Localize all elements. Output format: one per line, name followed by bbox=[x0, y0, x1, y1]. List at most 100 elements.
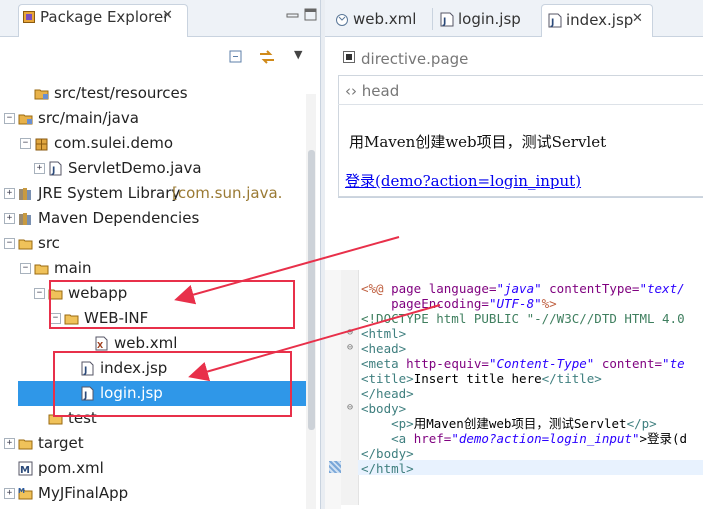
tree-item[interactable]: + Maven Dependencies bbox=[4, 206, 308, 231]
xml-file-icon bbox=[336, 14, 348, 26]
tree-item[interactable]: + target bbox=[4, 431, 308, 456]
package-explorer-title: Package Explorer bbox=[40, 8, 170, 26]
source-line-3[interactable]: <!DOCTYPE html PUBLIC "-//W3C//DTD HTML … bbox=[361, 311, 685, 326]
tree-item-label: pom.xml bbox=[38, 459, 104, 477]
source-folder-icon bbox=[18, 111, 33, 126]
tree-item-label: ServletDemo.java bbox=[68, 159, 202, 177]
jsp-file-icon: J bbox=[440, 12, 454, 27]
tree-item-label: web.xml bbox=[114, 334, 178, 352]
folder-icon bbox=[18, 236, 33, 251]
package-icon bbox=[34, 136, 49, 151]
collapse-all-icon[interactable] bbox=[228, 49, 244, 65]
link-with-editor-icon[interactable] bbox=[258, 49, 276, 65]
source-line-4[interactable]: <html> bbox=[361, 326, 406, 341]
package-explorer-icon bbox=[23, 11, 35, 23]
source-ruler bbox=[341, 270, 359, 505]
collapse-icon[interactable]: − bbox=[4, 238, 15, 249]
fold-icon[interactable]: ⊖ bbox=[347, 402, 353, 413]
close-icon[interactable]: ✕ bbox=[162, 8, 173, 23]
tree-item[interactable]: src/test/resources bbox=[18, 81, 308, 106]
close-icon[interactable]: ✕ bbox=[632, 11, 643, 26]
source-line-9[interactable]: <body> bbox=[361, 401, 406, 416]
expand-icon[interactable]: + bbox=[4, 438, 15, 449]
jsp-file-icon: J bbox=[548, 13, 562, 28]
tree-item-label: src/main/java bbox=[38, 109, 139, 127]
cursor-marker-icon bbox=[329, 461, 341, 473]
preview-paragraph: 用Maven创建web项目，测试Servlet bbox=[349, 133, 607, 151]
project-icon: M bbox=[18, 486, 33, 501]
fold-icon[interactable]: ⊖ bbox=[347, 342, 353, 353]
tree-item-label: target bbox=[38, 434, 84, 452]
tree-item-label: MyJFinalApp bbox=[38, 484, 129, 502]
minimize-icon[interactable] bbox=[284, 6, 302, 24]
tree-item[interactable]: − main bbox=[18, 256, 308, 281]
tree-item-label: com.sulei.demo bbox=[54, 134, 173, 152]
tab-label: login.jsp bbox=[458, 10, 521, 28]
annotation-box-jsp-files bbox=[53, 351, 292, 417]
svg-text:M: M bbox=[20, 465, 30, 476]
tree-item[interactable]: Mpom.xml bbox=[18, 456, 308, 481]
collapse-icon[interactable]: − bbox=[20, 138, 31, 149]
tab-web-xml[interactable]: web.xml bbox=[329, 4, 429, 36]
library-icon bbox=[18, 211, 33, 226]
tab-separator bbox=[432, 8, 433, 30]
collapse-icon[interactable]: − bbox=[20, 263, 31, 274]
preview-source-divider[interactable] bbox=[338, 197, 703, 198]
source-line-2[interactable]: pageEncoding="UTF-8"%> bbox=[361, 296, 557, 311]
xml-file-icon: X bbox=[94, 336, 109, 351]
fold-icon[interactable]: ⊖ bbox=[347, 327, 353, 338]
annotation-box-webapp bbox=[49, 280, 295, 329]
tree-item-decoration: [com.sun.java. bbox=[172, 184, 283, 202]
tree-scrollbar-thumb[interactable] bbox=[308, 150, 315, 430]
expand-icon[interactable]: + bbox=[4, 213, 15, 224]
tab-label: index.jsp bbox=[566, 11, 634, 29]
svg-text:J: J bbox=[442, 17, 446, 27]
tree-item[interactable]: + M MyJFinalApp bbox=[4, 481, 308, 506]
tab-login-jsp[interactable]: J login.jsp bbox=[434, 4, 534, 36]
svg-text:M: M bbox=[18, 487, 25, 495]
source-line-13[interactable]: </html> bbox=[361, 461, 414, 476]
maximize-icon[interactable] bbox=[302, 6, 320, 24]
collapse-icon[interactable]: − bbox=[4, 113, 15, 124]
expand-icon[interactable]: + bbox=[34, 163, 45, 174]
library-icon bbox=[18, 186, 33, 201]
tree-item[interactable]: − src/main/java bbox=[4, 106, 308, 131]
head-separator bbox=[338, 104, 703, 105]
source-line-6[interactable]: <meta http-equiv="Content-Type" content=… bbox=[361, 356, 685, 371]
source-line-1[interactable]: <%@ page language="java" contentType="te… bbox=[361, 281, 685, 296]
directive-page-label[interactable]: directive.page bbox=[361, 50, 468, 68]
tree-item-label: main bbox=[54, 259, 92, 277]
svg-text:J: J bbox=[550, 18, 554, 28]
tab-index-jsp[interactable]: J index.jsp ✕ bbox=[541, 4, 653, 37]
tree-item[interactable]: − src bbox=[4, 231, 308, 256]
head-element-label[interactable]: ‹› head bbox=[345, 82, 399, 100]
expand-icon[interactable]: + bbox=[4, 488, 15, 499]
source-line-10[interactable]: <p>用Maven创建web项目，测试Servlet</p> bbox=[361, 416, 657, 431]
tree-item-label: Maven Dependencies bbox=[38, 209, 200, 227]
source-line-7[interactable]: <title>Insert title here</title> bbox=[361, 371, 602, 386]
source-line-5[interactable]: <head> bbox=[361, 341, 406, 356]
folder-icon bbox=[18, 436, 33, 451]
expand-icon[interactable]: + bbox=[4, 188, 15, 199]
preview-login-link[interactable]: 登录(demo?action=login_input) bbox=[345, 170, 581, 191]
tree-item-label: src bbox=[38, 234, 60, 252]
source-gutter bbox=[325, 270, 341, 509]
svg-text:J: J bbox=[51, 166, 55, 176]
tree-item-label: JRE System Library bbox=[38, 184, 181, 202]
svg-text:X: X bbox=[97, 341, 104, 350]
tree-item[interactable]: + J ServletDemo.java bbox=[18, 156, 308, 181]
source-folder-icon bbox=[34, 86, 49, 101]
tree-item-label: src/test/resources bbox=[54, 84, 188, 102]
java-file-icon: J bbox=[48, 161, 63, 176]
folder-icon bbox=[34, 261, 49, 276]
tree-item[interactable]: + JRE System Library [com.sun.java. bbox=[4, 181, 308, 206]
view-menu-icon[interactable]: ▼ bbox=[294, 48, 302, 61]
collapse-icon[interactable]: − bbox=[34, 288, 45, 299]
tree-item[interactable]: − com.sulei.demo bbox=[18, 131, 308, 156]
tab-label: web.xml bbox=[353, 10, 417, 28]
directive-icon bbox=[343, 51, 355, 63]
maven-pom-icon: M bbox=[18, 461, 33, 476]
source-line-11[interactable]: <a href="demo?action=login_input">登录(d bbox=[361, 431, 687, 446]
source-line-8[interactable]: </head> bbox=[361, 386, 414, 401]
source-line-12[interactable]: </body> bbox=[361, 446, 414, 461]
